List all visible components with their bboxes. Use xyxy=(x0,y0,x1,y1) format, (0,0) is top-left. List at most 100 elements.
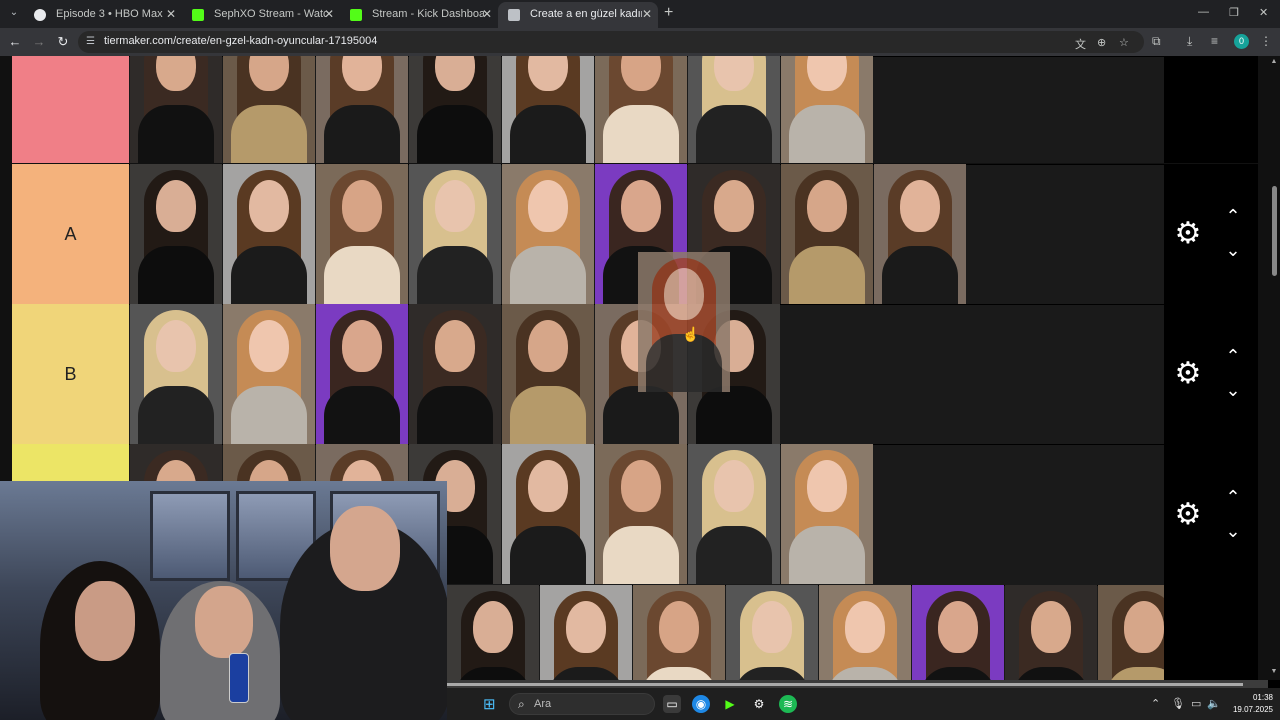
tier-item-image[interactable] xyxy=(688,56,780,163)
microphone-icon[interactable]: 🎙 xyxy=(1171,697,1185,710)
tier-item-image[interactable] xyxy=(781,56,873,163)
display-icon[interactable]: ▭ xyxy=(1191,697,1201,710)
dragged-tier-item[interactable] xyxy=(638,252,730,392)
tier-item-image[interactable] xyxy=(633,585,725,680)
tier-settings-gear-icon[interactable]: ⚙ xyxy=(1172,358,1204,390)
kick-app-icon[interactable]: ▶ xyxy=(721,695,739,713)
tier-item-image[interactable] xyxy=(540,585,632,680)
person-left-face xyxy=(75,581,135,661)
forward-arrow-icon[interactable]: → xyxy=(30,33,48,51)
close-icon[interactable]: ✕ xyxy=(642,2,652,26)
tab-search-chevron-icon[interactable]: ⌄ xyxy=(6,5,22,21)
move-tier-down-icon[interactable]: ⌄ xyxy=(1222,381,1244,399)
windows-start-icon[interactable]: ⊞ xyxy=(483,697,499,713)
scrollbar-thumb[interactable] xyxy=(1272,186,1277,276)
minimize-button[interactable]: — xyxy=(1198,6,1209,18)
tier-item-image[interactable] xyxy=(223,56,315,163)
download-icon[interactable]: ⤓ xyxy=(1187,34,1192,49)
close-icon[interactable]: ✕ xyxy=(324,2,334,26)
file-explorer-icon[interactable]: ▭ xyxy=(663,695,681,713)
tier-item-image[interactable] xyxy=(409,56,501,163)
tier-settings-gear-icon[interactable]: ⚙ xyxy=(1172,498,1204,531)
portrait-face xyxy=(659,601,699,653)
tier-item-image[interactable] xyxy=(130,164,222,304)
tier-item-image[interactable] xyxy=(781,444,873,584)
move-tier-down-icon[interactable]: ⌄ xyxy=(1222,522,1244,540)
tier-label[interactable]: B xyxy=(12,304,129,444)
close-icon[interactable]: ✕ xyxy=(166,2,176,26)
chrome-icon[interactable]: ◉ xyxy=(692,695,710,713)
move-tier-up-icon[interactable]: ⌃ xyxy=(1222,488,1244,506)
tier-item-image[interactable] xyxy=(1005,585,1097,680)
tier-item-image[interactable] xyxy=(130,56,222,163)
tier-item-image[interactable] xyxy=(502,444,594,584)
close-icon[interactable]: ✕ xyxy=(482,2,492,26)
browser-tab[interactable]: Stream - Kick Dashboard ✕ xyxy=(340,2,498,28)
tier-item-image[interactable] xyxy=(223,164,315,304)
spotify-icon[interactable]: ≋ xyxy=(779,695,797,713)
portrait-face xyxy=(473,601,513,653)
reload-icon[interactable]: ↻ xyxy=(54,33,72,51)
tier-item-image[interactable] xyxy=(502,164,594,304)
profile-avatar[interactable]: 0 xyxy=(1234,34,1249,49)
volume-icon[interactable]: 🔈 xyxy=(1207,697,1221,710)
restore-button[interactable]: ❐ xyxy=(1229,6,1239,19)
tab-title: Stream - Kick Dashboard xyxy=(372,8,484,20)
tier-item-image[interactable] xyxy=(781,164,873,304)
address-bar[interactable]: ☰ tiermaker.com/create/en-gzel-kadn-oyun… xyxy=(78,31,1144,53)
tier-item-image[interactable] xyxy=(130,304,222,444)
close-window-button[interactable]: ✕ xyxy=(1259,6,1268,19)
taskbar-clock[interactable]: 01:38 19.07.2025 xyxy=(1229,692,1273,716)
move-tier-up-icon[interactable]: ⌃ xyxy=(1222,207,1244,225)
tier-item-image[interactable] xyxy=(316,56,408,163)
move-tier-up-icon[interactable]: ⌃ xyxy=(1222,347,1244,365)
tier-item-image[interactable] xyxy=(726,585,818,680)
tier-item-image[interactable] xyxy=(409,304,501,444)
browser-tab[interactable]: Episode 3 • HBO Max ✕ xyxy=(24,2,182,28)
hand-cursor-icon: ☝ xyxy=(682,326,700,342)
tier-item-image[interactable] xyxy=(874,164,966,304)
scroll-down-icon[interactable]: ▼ xyxy=(1270,668,1278,675)
media-control-icon[interactable]: ≡ xyxy=(1211,34,1218,48)
tier-item-image[interactable] xyxy=(502,304,594,444)
portrait-face xyxy=(528,320,568,372)
clock-time: 01:38 xyxy=(1252,693,1273,702)
page-scrollbar[interactable]: ▲ ▼ xyxy=(1268,56,1280,680)
move-tier-down-icon[interactable]: ⌄ xyxy=(1222,241,1244,259)
tier-item-image[interactable] xyxy=(316,304,408,444)
portrait-face xyxy=(1124,601,1164,653)
new-tab-button[interactable]: + xyxy=(664,4,673,22)
taskbar-search[interactable]: ⌕ Ara xyxy=(509,693,655,715)
portrait-face xyxy=(528,180,568,232)
translate-icon[interactable]: 文 xyxy=(1075,36,1086,52)
portrait-body xyxy=(603,105,679,163)
tier-label[interactable]: A xyxy=(12,164,129,304)
tier-item-image[interactable] xyxy=(595,56,687,163)
site-info-icon[interactable]: ☰ xyxy=(86,36,98,48)
tier-item-image[interactable] xyxy=(502,56,594,163)
tier-item-image[interactable] xyxy=(912,585,1004,680)
extensions-icon[interactable]: ⧉ xyxy=(1152,34,1161,49)
back-arrow-icon[interactable]: ← xyxy=(6,33,24,51)
tier-item-image[interactable] xyxy=(447,585,539,680)
browser-tab-active[interactable]: Create a en güzel kadın oyuncu ✕ xyxy=(498,2,658,28)
tier-label[interactable] xyxy=(12,56,129,163)
video-progress-bar[interactable] xyxy=(447,680,1268,688)
tier-item-image[interactable] xyxy=(223,304,315,444)
tier-item-image[interactable] xyxy=(316,164,408,304)
url-text[interactable]: tiermaker.com/create/en-gzel-kadn-oyuncu… xyxy=(104,35,377,47)
zoom-icon[interactable]: ⊕ xyxy=(1097,36,1106,49)
person-right-face xyxy=(330,506,400,591)
tier-item-image[interactable] xyxy=(819,585,911,680)
scroll-up-icon[interactable]: ▲ xyxy=(1270,58,1278,65)
tier-settings-gear-icon[interactable]: ⚙ xyxy=(1172,218,1204,250)
bookmark-star-icon[interactable]: ☆ xyxy=(1119,36,1129,49)
browser-tab[interactable]: SephXO Stream - Watch Live on ✕ xyxy=(182,2,340,28)
tray-chevron-icon[interactable]: ⌃ xyxy=(1151,697,1160,710)
steam-icon[interactable]: ⚙ xyxy=(750,695,768,713)
portrait-face xyxy=(249,180,289,232)
tier-item-image[interactable] xyxy=(595,444,687,584)
tier-item-image[interactable] xyxy=(688,444,780,584)
more-menu-icon[interactable]: ⋮ xyxy=(1260,34,1272,48)
tier-item-image[interactable] xyxy=(409,164,501,304)
